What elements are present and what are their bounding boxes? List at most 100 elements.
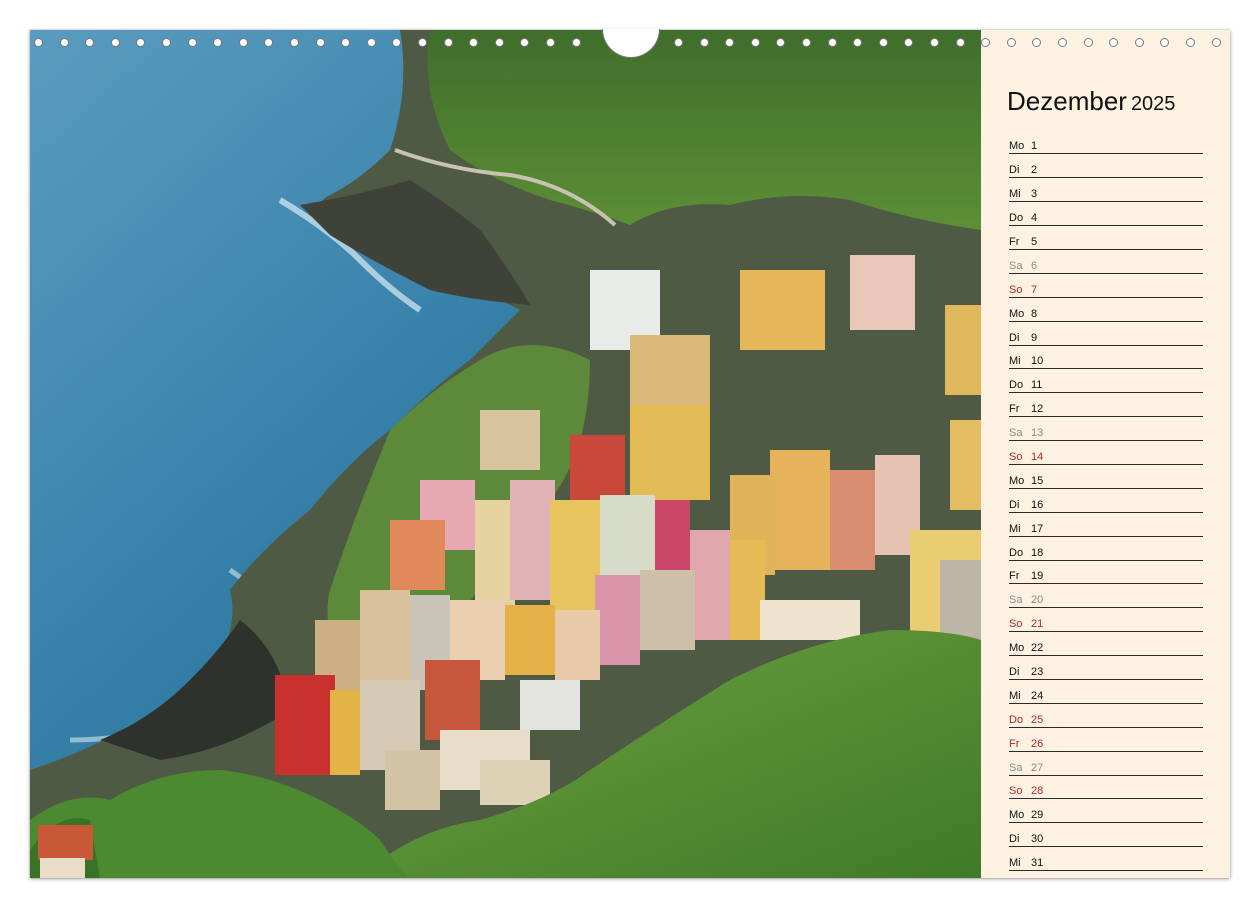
weekday-label: Mo	[1009, 809, 1025, 822]
year-label: 2025	[1130, 93, 1176, 115]
day-row: So 21	[1009, 609, 1203, 633]
day-row: Sa 27	[1009, 752, 1203, 776]
binding-hole	[878, 38, 888, 47]
weekday-label: Sa	[1009, 259, 1023, 272]
date-number: 4	[1031, 212, 1038, 225]
binding-hole	[392, 38, 402, 47]
date-number: 12	[1031, 403, 1044, 416]
day-row: Di 9	[1009, 322, 1203, 346]
weekday-label: Fr	[1009, 737, 1020, 750]
binding-hole	[85, 38, 95, 47]
date-number: 30	[1031, 833, 1044, 846]
weekday-label: Di	[1009, 833, 1020, 846]
day-row: So 14	[1009, 442, 1203, 465]
binding-hole	[981, 38, 991, 47]
day-row: Fr 26	[1009, 728, 1203, 752]
date-number: 22	[1031, 642, 1044, 655]
binding-hole	[34, 38, 43, 47]
binding-hole	[469, 38, 479, 47]
binding-hole	[904, 38, 914, 47]
date-number: 13	[1031, 427, 1044, 440]
binding-hole	[494, 38, 504, 47]
date-number: 17	[1031, 522, 1044, 535]
day-row: Sa 13	[1009, 418, 1203, 442]
day-row: Fr 12	[1009, 394, 1203, 418]
calendar-page: Dezember 2025 Mo 1 Di 2 Mi 3 Do 4 Fr 5 Sa 6 So 7 Mo 8 Di 9…	[30, 30, 1230, 878]
day-row: So 7	[1009, 274, 1203, 298]
binding-hole	[571, 38, 581, 47]
weekday-label: Mi	[1009, 355, 1021, 368]
weekday-label: Fr	[1009, 235, 1020, 248]
weekday-label: Do	[1009, 546, 1024, 559]
binding-hole	[1134, 38, 1144, 47]
weekday-label: Mo	[1009, 140, 1025, 153]
day-row: Mi 10	[1009, 346, 1203, 370]
day-row: Di 16	[1009, 489, 1203, 513]
day-row: Mi 24	[1009, 680, 1203, 704]
date-number: 8	[1031, 307, 1038, 320]
date-number: 29	[1031, 809, 1044, 822]
day-row: Di 23	[1009, 657, 1203, 680]
weekday-label: Mo	[1009, 307, 1025, 320]
date-number: 16	[1031, 498, 1044, 511]
weekday-label: Mi	[1009, 522, 1021, 535]
date-number: 7	[1031, 283, 1038, 296]
binding-hole	[238, 38, 248, 47]
day-row: Do 25	[1009, 704, 1203, 728]
date-number: 19	[1031, 570, 1044, 583]
weekday-label: Di	[1009, 498, 1020, 511]
weekday-label: So	[1009, 618, 1023, 631]
weekday-label: Do	[1009, 212, 1024, 225]
binding-hole	[1083, 38, 1093, 47]
binding-hole	[110, 38, 120, 47]
weekday-label: Mi	[1009, 857, 1021, 870]
day-row: Sa 6	[1009, 250, 1203, 274]
binding-hole	[187, 38, 197, 47]
day-row: Do 18	[1009, 537, 1203, 561]
weekday-label: So	[1009, 785, 1023, 798]
binding-hole	[162, 38, 171, 47]
binding-hole	[1160, 38, 1170, 47]
weekday-label: Mo	[1009, 474, 1025, 487]
day-row: So 28	[1009, 776, 1203, 800]
weekday-label: Mi	[1009, 689, 1021, 702]
binding-hole	[59, 38, 69, 47]
binding-hole	[802, 38, 811, 47]
day-row: Fr 19	[1009, 561, 1203, 585]
date-number: 14	[1031, 450, 1044, 463]
cinque-terre-coastal-village-photo	[30, 30, 981, 878]
binding-hole	[1211, 38, 1221, 47]
weekday-label: Sa	[1009, 427, 1023, 440]
date-number: 15	[1031, 474, 1044, 487]
hanger-notch	[602, 29, 660, 58]
month-title: Dezember 2025	[1007, 86, 1175, 119]
binding-hole	[546, 38, 555, 47]
day-row: Sa 20	[1009, 585, 1203, 609]
date-number: 10	[1031, 355, 1044, 368]
binding-hole	[776, 38, 786, 47]
binding-hole	[827, 38, 837, 47]
day-row: Do 4	[1009, 203, 1203, 227]
date-number: 1	[1031, 140, 1038, 153]
binding-hole	[1109, 38, 1119, 47]
date-number: 5	[1031, 235, 1038, 248]
day-row: Mi 31	[1009, 848, 1203, 872]
binding-hole	[1058, 38, 1067, 47]
date-number: 18	[1031, 546, 1044, 559]
date-number: 23	[1031, 665, 1044, 678]
binding-hole	[725, 38, 735, 47]
binding-hole	[213, 38, 223, 47]
day-row: Mo 1	[1009, 131, 1203, 155]
binding-hole	[1186, 38, 1195, 47]
day-row: Mo 29	[1009, 800, 1203, 824]
day-row: Mi 3	[1009, 179, 1203, 203]
weekday-label: Fr	[1009, 403, 1020, 416]
binding-hole	[290, 38, 299, 47]
day-list: Mo 1 Di 2 Mi 3 Do 4 Fr 5 Sa 6 So 7 Mo 8 Di 9 Mi 10 Do 11 Fr 12 S…	[1009, 131, 1203, 872]
day-row: Mo 22	[1009, 633, 1203, 657]
date-number: 9	[1031, 331, 1038, 344]
binding-hole	[366, 38, 376, 47]
day-row: Fr 5	[1009, 227, 1203, 250]
date-number: 20	[1031, 594, 1044, 607]
weekday-label: Mi	[1009, 188, 1021, 201]
